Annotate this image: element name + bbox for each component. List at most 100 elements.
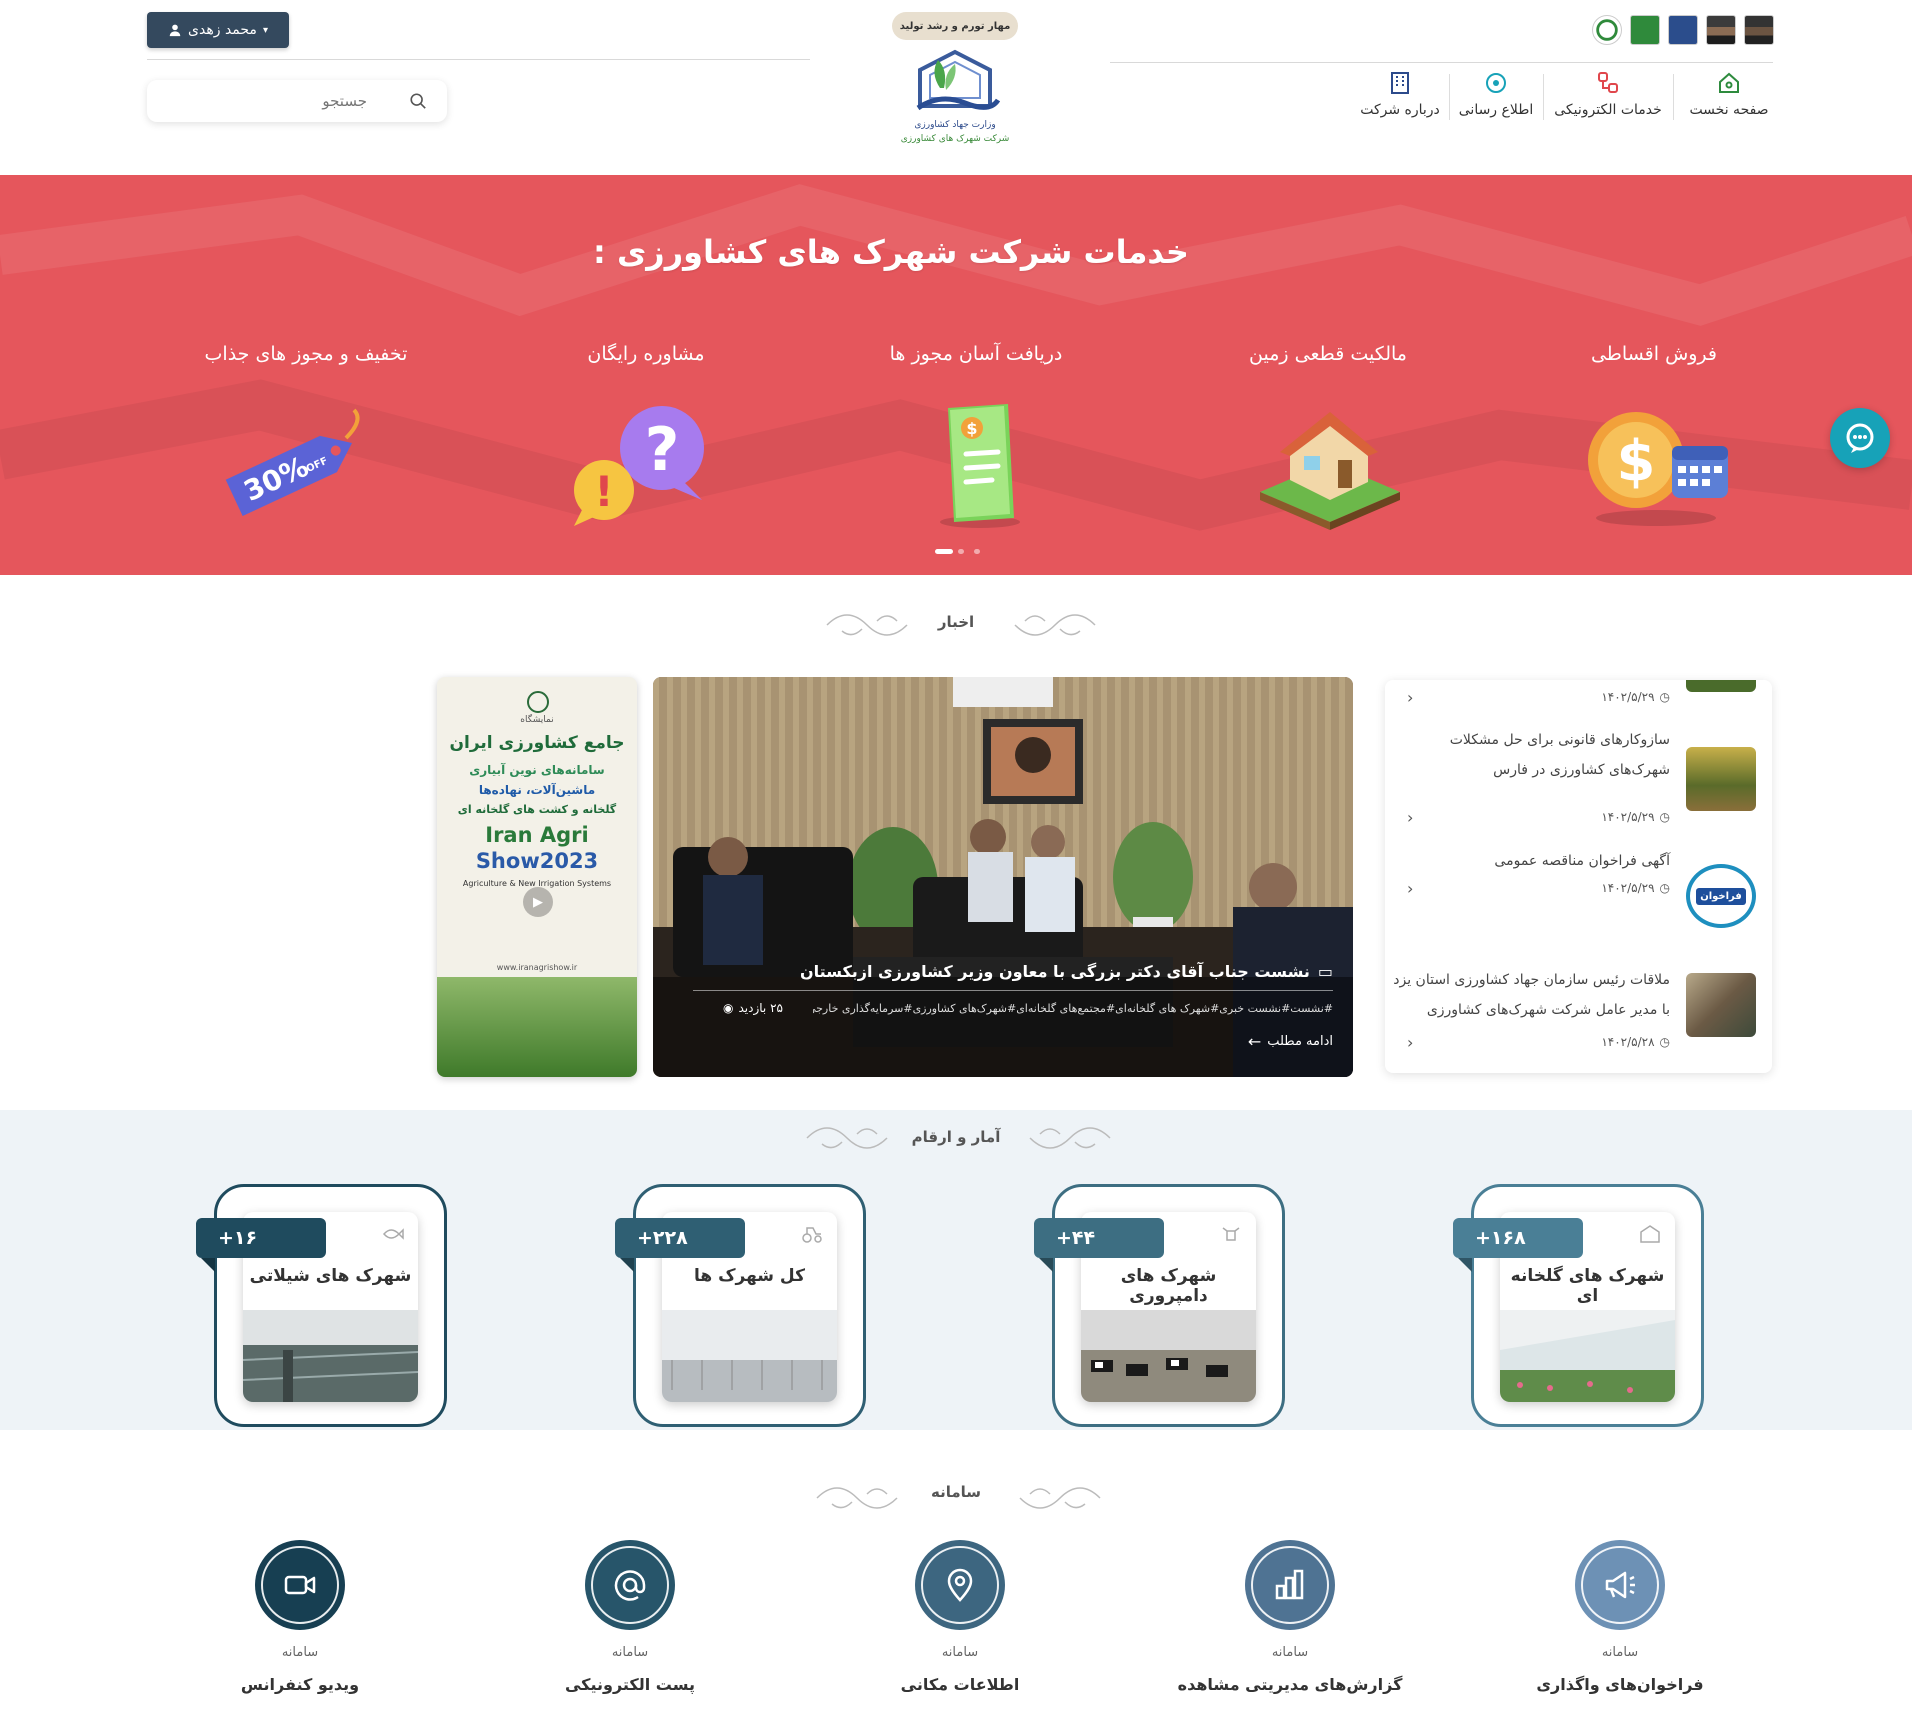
leader-portrait-2[interactable] bbox=[1706, 15, 1736, 45]
megaphone-icon bbox=[1605, 1571, 1635, 1599]
fisheries-photo bbox=[243, 1310, 418, 1402]
eye-icon: ◉ bbox=[723, 1001, 734, 1015]
system-label: سامانه bbox=[281, 1645, 319, 1660]
news-date-text: ۱۴۰۲/۵/۲۹ bbox=[1601, 881, 1655, 895]
system-video-conference-button[interactable] bbox=[255, 1540, 345, 1630]
permit-document-icon[interactable]: $ bbox=[900, 400, 1060, 530]
system-name[interactable]: گزارش‌های مدیریتی مشاهده bbox=[1160, 1675, 1420, 1694]
nav-e-services-label: خدمات الکترونیکی bbox=[1554, 102, 1662, 118]
chat-widget-button[interactable] bbox=[1830, 408, 1890, 468]
services-banner: خدمات شرکت شهرک های کشاورزی : فروش اقساط… bbox=[0, 175, 1912, 575]
news-thumb bbox=[1686, 680, 1756, 692]
chevron-left-icon[interactable]: ‹ bbox=[1407, 1033, 1413, 1052]
nav-e-services[interactable]: خدمات الکترونیکی bbox=[1548, 70, 1668, 118]
system-label: سامانه bbox=[1271, 1645, 1309, 1660]
system-name[interactable]: اطلاعات مکانی bbox=[830, 1675, 1090, 1694]
chat-icon bbox=[1846, 423, 1874, 453]
cow-icon bbox=[1222, 1227, 1240, 1241]
ornament-right-icon bbox=[1029, 1127, 1111, 1149]
partner-logo-3[interactable] bbox=[1592, 15, 1622, 45]
exhibition-poster[interactable]: نمایشگاه جامع کشاورزی ایران سامانه‌های ن… bbox=[437, 677, 637, 1077]
banner-title: خدمات شرکت شهرک های کشاورزی : bbox=[593, 233, 1189, 271]
service-label-land: مالکیت قطعی زمین bbox=[1249, 343, 1407, 365]
chevron-down-icon: ▾ bbox=[262, 24, 268, 36]
search-icon[interactable] bbox=[409, 92, 427, 110]
poster-website: www.iranagrishow.ir bbox=[496, 963, 578, 972]
carousel-dot-active[interactable] bbox=[935, 549, 953, 554]
stat-count-badge: +۱۶۸ bbox=[1453, 1218, 1583, 1258]
nav-home[interactable]: صفحه نخست bbox=[1682, 70, 1776, 118]
leader-portrait-1[interactable] bbox=[1744, 15, 1774, 45]
featured-news-title-row[interactable]: ▭ نشست جناب آقای دکتر بزرگی با معاون وزی… bbox=[693, 962, 1333, 981]
user-menu-button[interactable]: ▾ محمد زهدی bbox=[147, 12, 289, 48]
poster-field-photo bbox=[437, 977, 637, 1077]
news-list[interactable]: ◷ ۱۴۰۲/۵/۲۹ ‹ سازوکارهای قانونی برای حل م… bbox=[1385, 680, 1772, 1073]
partner-logo-1[interactable] bbox=[1668, 15, 1698, 45]
slogan-text: مهار تورم و رشد تولید bbox=[899, 20, 1011, 32]
featured-news-tags[interactable]: #نشست#نشست خبری#شهرک های گلخانه‌ای#مجتمع… bbox=[813, 1002, 1333, 1015]
badge-fold bbox=[201, 1258, 215, 1272]
system-location-button[interactable] bbox=[915, 1540, 1005, 1630]
building-icon bbox=[1391, 72, 1409, 94]
featured-news-title: نشست جناب آقای دکتر بزرگی با معاون وزیر … bbox=[800, 962, 1310, 981]
badge-fold bbox=[1039, 1258, 1053, 1272]
installment-coin-icon[interactable]: $ bbox=[1576, 400, 1736, 530]
featured-news-card[interactable]: ▭ نشست جناب آقای دکتر بزرگی با معاون وزی… bbox=[653, 677, 1353, 1077]
news-date: ◷ ۱۴۰۲/۵/۲۹ bbox=[1601, 690, 1670, 704]
system-reports-button[interactable] bbox=[1245, 1540, 1335, 1630]
system-calls-button[interactable] bbox=[1575, 1540, 1665, 1630]
company-logo[interactable]: مهار تورم و رشد تولید وزارت جهاد کشاورزی… bbox=[880, 0, 1030, 160]
question-bubble-icon[interactable]: ? ! bbox=[562, 400, 722, 530]
stats-section-title: آمار و ارقام bbox=[911, 1128, 1001, 1146]
system-name[interactable]: ویدیو کنفرانس bbox=[170, 1675, 430, 1694]
system-label: سامانه bbox=[611, 1645, 649, 1660]
nav-about[interactable]: درباره شرکت bbox=[1360, 70, 1440, 118]
nav-news-label: اطلاع رسانی bbox=[1458, 102, 1534, 118]
news-title: سازوکارهای قانونی برای حل مشکلات شهرک‌ها… bbox=[1449, 732, 1670, 778]
system-label: سامانه bbox=[941, 1645, 979, 1660]
system-name[interactable]: فراخوان‌های واگذاری bbox=[1490, 1675, 1750, 1694]
news-thumb-announcement: فراخوان bbox=[1686, 864, 1756, 928]
news-thumb bbox=[1686, 973, 1756, 1037]
read-more-link[interactable]: ادامه مطلب ← bbox=[1248, 1032, 1333, 1051]
service-label-permits: دریافت آسان مجوز ها bbox=[889, 343, 1063, 365]
chevron-left-icon[interactable]: ‹ bbox=[1407, 688, 1413, 707]
discount-tag-icon[interactable]: 30% OFF bbox=[214, 400, 374, 530]
poster-heading2: جامع کشاورزی ایران bbox=[449, 733, 625, 753]
svg-text:?: ? bbox=[645, 415, 680, 485]
chevron-left-icon[interactable]: ‹ bbox=[1407, 879, 1413, 898]
at-sign-icon bbox=[614, 1570, 646, 1601]
stat-title: شهرک های گلخانه ای bbox=[1510, 1266, 1665, 1306]
carousel-dot[interactable] bbox=[974, 549, 980, 554]
search-box[interactable] bbox=[147, 80, 447, 122]
site-header: ▾ محمد زهدی مهار تورم و رشد تولید وزارت … bbox=[0, 0, 1912, 175]
poster-brand2: Show2023 bbox=[475, 849, 599, 873]
stat-count-badge: +۲۲۸ bbox=[615, 1218, 745, 1258]
news-date: ◷ ۱۴۰۲/۵/۲۹ bbox=[1601, 810, 1670, 824]
partner-logo-2[interactable] bbox=[1630, 15, 1660, 45]
news-date-text: ۱۴۰۲/۵/۲۹ bbox=[1601, 810, 1655, 824]
poster-heading1: نمایشگاه bbox=[520, 715, 554, 725]
towns-photo bbox=[662, 1310, 837, 1402]
stat-count-badge: +۴۴ bbox=[1034, 1218, 1164, 1258]
ornament-right-icon bbox=[1014, 614, 1096, 636]
carousel-dot[interactable] bbox=[958, 549, 964, 554]
house-land-icon[interactable] bbox=[1250, 400, 1410, 530]
bar-chart-icon bbox=[1275, 1569, 1304, 1600]
chevron-left-icon[interactable]: ‹ bbox=[1407, 808, 1413, 827]
nav-news[interactable]: اطلاع رسانی bbox=[1456, 70, 1536, 118]
announcement-thumb-text: فراخوان bbox=[1696, 887, 1746, 905]
system-name[interactable]: پست الکترونیکی bbox=[500, 1675, 760, 1694]
poster-emblem-icon bbox=[527, 691, 549, 713]
system-email-button[interactable] bbox=[585, 1540, 675, 1630]
systems-section-title: سامانه bbox=[930, 1483, 982, 1501]
clock-icon: ◷ bbox=[1659, 1035, 1670, 1049]
user-icon bbox=[169, 24, 181, 37]
badge-fold bbox=[1458, 1258, 1472, 1272]
play-icon[interactable]: ▶ bbox=[523, 887, 553, 917]
service-label-consulting: مشاوره رایگان bbox=[587, 343, 705, 365]
home-icon bbox=[1719, 72, 1739, 93]
nav-about-label: درباره شرکت bbox=[1360, 102, 1440, 118]
search-input[interactable] bbox=[167, 92, 367, 110]
svg-text:$: $ bbox=[1617, 429, 1656, 494]
